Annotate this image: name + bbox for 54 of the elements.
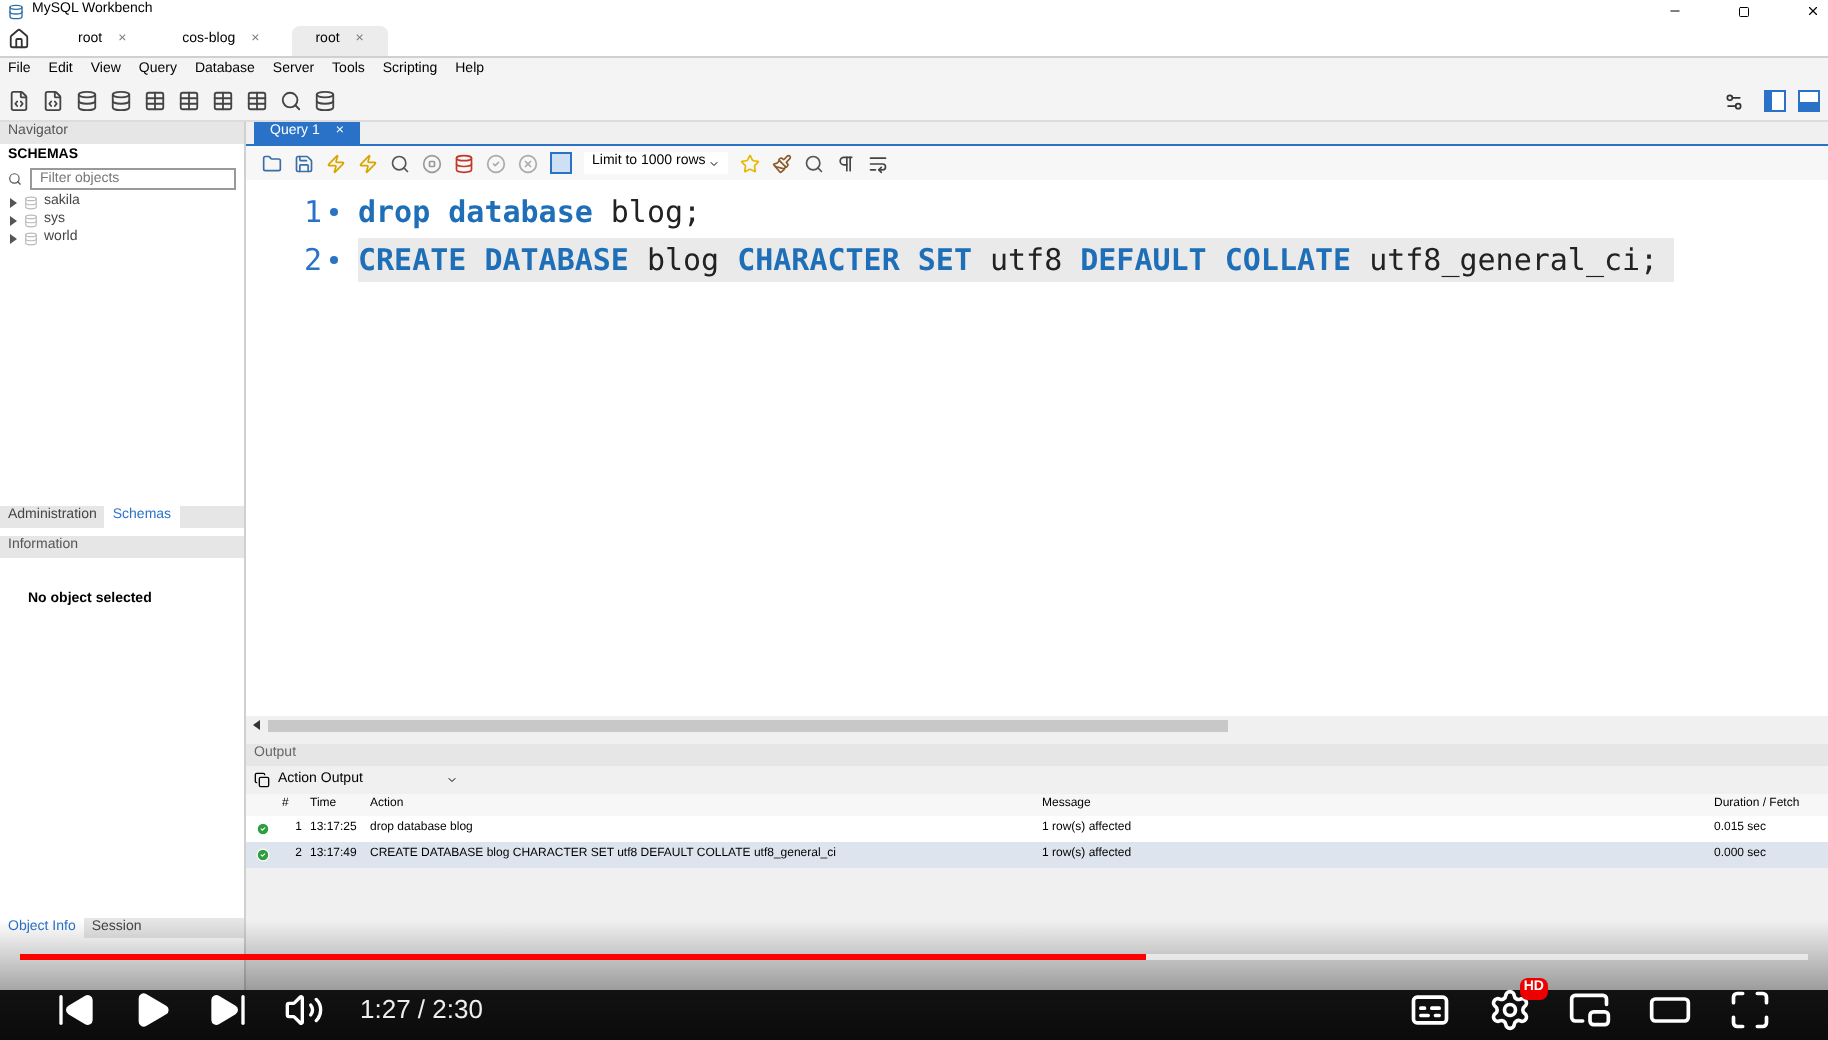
sidebar-toggle[interactable]	[1764, 90, 1786, 112]
code-line: drop database blog;	[358, 191, 704, 234]
sql-file-icon[interactable]	[8, 90, 30, 112]
time-display: 1:27 / 2:30	[360, 992, 483, 1029]
miniplayer-icon[interactable]	[1568, 988, 1612, 1032]
settings-icon[interactable]	[1488, 988, 1532, 1032]
caret-icon	[446, 774, 458, 786]
database-icon	[24, 214, 38, 228]
table-icon[interactable]	[178, 90, 200, 112]
table-icon[interactable]	[246, 90, 268, 112]
minimize-icon[interactable]	[1668, 4, 1682, 18]
search-icon[interactable]	[804, 153, 824, 173]
scrollbar-thumb[interactable]	[268, 719, 1228, 731]
maximize-icon[interactable]	[1738, 5, 1750, 17]
expand-arrow[interactable]	[8, 198, 18, 208]
stop-icon[interactable]	[422, 153, 442, 173]
wrap-icon[interactable]	[868, 153, 888, 173]
search-icon[interactable]	[390, 153, 410, 173]
output-toggle[interactable]	[1798, 90, 1820, 112]
pilcrow-icon[interactable]	[836, 153, 856, 173]
fullscreen-icon[interactable]	[1728, 988, 1772, 1032]
line-number: 1	[301, 191, 324, 234]
line-number: 2	[301, 239, 324, 282]
database-icon[interactable]	[454, 153, 474, 173]
database-icon[interactable]	[110, 90, 132, 112]
database-icon[interactable]	[76, 90, 98, 112]
copy-icon[interactable]	[254, 772, 270, 788]
save-icon[interactable]	[294, 153, 314, 173]
progress-track[interactable]	[20, 954, 1808, 960]
scroll-left-arrow[interactable]	[252, 720, 262, 730]
previous-icon[interactable]	[56, 990, 96, 1030]
app-logo-icon	[8, 3, 24, 19]
database-icon	[24, 196, 38, 210]
close-icon[interactable]	[1806, 4, 1820, 18]
toggle-icon[interactable]	[550, 152, 572, 174]
folder-icon[interactable]	[262, 153, 282, 173]
check-icon[interactable]	[486, 153, 506, 173]
caret-icon	[708, 157, 720, 169]
volume-icon[interactable]	[284, 990, 324, 1030]
table-icon[interactable]	[212, 90, 234, 112]
expand-arrow[interactable]	[8, 234, 18, 244]
search-icon[interactable]	[280, 90, 302, 112]
settings-icon[interactable]	[1724, 91, 1744, 111]
code-editor[interactable]: 1 drop database blog; 2 CREATE DATABASE blog CHARACTER SET utf8 DEFAULT COLLATE utf8_general_ci;	[246, 180, 1828, 716]
database-icon[interactable]	[314, 90, 336, 112]
home-icon[interactable]	[8, 28, 30, 50]
next-icon[interactable]	[208, 990, 248, 1030]
sql-file-icon[interactable]	[42, 90, 64, 112]
star-icon[interactable]	[740, 153, 760, 173]
expand-arrow[interactable]	[8, 216, 18, 226]
search-icon	[8, 172, 22, 186]
database-icon	[24, 232, 38, 246]
brush-icon[interactable]	[772, 153, 792, 173]
table-icon[interactable]	[144, 90, 166, 112]
